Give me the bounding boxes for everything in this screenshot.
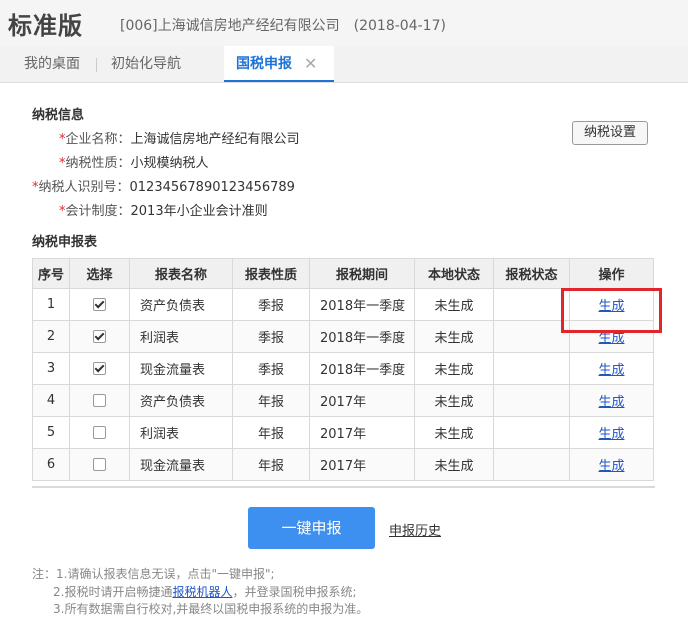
- field-company-name: *企业名称：上海诚信房地产经纪有限公司: [59, 128, 300, 147]
- tax-settings-button[interactable]: 纳税设置: [572, 121, 648, 145]
- report-period: 2017年: [309, 448, 415, 481]
- generate-link[interactable]: 生成: [598, 331, 624, 346]
- table-row: 5 利润表 年报 2017年 未生成 生成: [32, 416, 654, 449]
- report-name: 利润表: [129, 320, 233, 353]
- edition-title: 标准版: [8, 12, 83, 40]
- field-label: 纳税性质：: [65, 156, 131, 171]
- tax-info-title: 纳税信息: [32, 108, 85, 123]
- local-status: 未生成: [414, 384, 494, 417]
- field-value: 2013年小企业会计准则: [130, 204, 268, 219]
- field-label: 纳税人识别号：: [38, 180, 130, 195]
- one-click-submit-button[interactable]: 一键申报: [248, 507, 375, 549]
- tax-status: [493, 288, 570, 321]
- row-number: 2: [32, 320, 70, 353]
- report-name: 资产负债表: [129, 288, 233, 321]
- tab-bar: 我的桌面 初始化导航 国税申报 ✕: [0, 46, 688, 83]
- table-header-row: 序号 选择 报表名称 报表性质 报税期间 本地状态 报税状态 操作: [32, 258, 654, 289]
- report-period: 2018年一季度: [309, 288, 415, 321]
- column-header: 报表性质: [232, 258, 310, 289]
- local-status: 未生成: [414, 320, 494, 353]
- report-nature: 季报: [232, 320, 310, 353]
- field-value: 小规模纳税人: [130, 156, 209, 171]
- row-number: 1: [32, 288, 70, 321]
- close-icon[interactable]: ✕: [304, 46, 317, 82]
- report-name: 利润表: [129, 416, 233, 449]
- field-value: 01234567890123456789: [129, 180, 295, 195]
- report-nature: 年报: [232, 448, 310, 481]
- generate-link[interactable]: 生成: [598, 427, 624, 442]
- field-tax-nature: *纳税性质：小规模纳税人: [59, 152, 209, 171]
- table-row: 4 资产负债表 年报 2017年 未生成 生成: [32, 384, 654, 417]
- report-period: 2018年一季度: [309, 320, 415, 353]
- generate-link[interactable]: 生成: [598, 459, 624, 474]
- local-status: 未生成: [414, 448, 494, 481]
- report-nature: 年报: [232, 416, 310, 449]
- tax-status: [493, 352, 570, 385]
- column-header: 报税状态: [493, 258, 570, 289]
- generate-link[interactable]: 生成: [598, 395, 624, 410]
- report-nature: 季报: [232, 352, 310, 385]
- tax-status: [493, 416, 570, 449]
- tab-divider: [96, 58, 97, 72]
- local-status: 未生成: [414, 288, 494, 321]
- local-status: 未生成: [414, 416, 494, 449]
- tab-init-guide[interactable]: 初始化导航: [111, 46, 181, 82]
- column-header: 报表名称: [129, 258, 233, 289]
- table-row: 6 现金流量表 年报 2017年 未生成 生成: [32, 448, 654, 481]
- row-number: 5: [32, 416, 70, 449]
- field-label: 企业名称：: [65, 132, 131, 147]
- column-header: 操作: [569, 258, 654, 289]
- tax-status: [493, 384, 570, 417]
- field-accounting-system: *会计制度：2013年小企业会计准则: [59, 200, 268, 219]
- local-status: 未生成: [414, 352, 494, 385]
- tax-robot-link[interactable]: 报税机器人: [172, 585, 232, 599]
- row-checkbox[interactable]: [93, 426, 106, 439]
- tax-status: [493, 448, 570, 481]
- tab-my-desktop[interactable]: 我的桌面: [24, 46, 80, 82]
- row-checkbox[interactable]: [93, 362, 106, 375]
- company-name: [006]上海诚信房地产经纪有限公司: [120, 18, 340, 34]
- row-number: 4: [32, 384, 70, 417]
- report-nature: 年报: [232, 384, 310, 417]
- tax-status: [493, 320, 570, 353]
- row-checkbox[interactable]: [93, 394, 106, 407]
- note-line-2: 2.报税时请开启畅捷通报税机器人，并登录国税申报系统;: [53, 583, 357, 600]
- row-checkbox[interactable]: [93, 330, 106, 343]
- column-header: 报税期间: [309, 258, 415, 289]
- field-taxpayer-id: *纳税人识别号：01234567890123456789: [32, 176, 295, 195]
- row-checkbox[interactable]: [93, 458, 106, 471]
- column-header: 序号: [32, 258, 70, 289]
- field-value: 上海诚信房地产经纪有限公司: [130, 132, 300, 147]
- report-period: 2017年: [309, 416, 415, 449]
- row-checkbox[interactable]: [93, 298, 106, 311]
- report-table-title: 纳税申报表: [32, 235, 98, 250]
- row-number: 3: [32, 352, 70, 385]
- header-date: (2018-04-17): [353, 18, 446, 34]
- report-name: 资产负债表: [129, 384, 233, 417]
- report-nature: 季报: [232, 288, 310, 321]
- column-header: 选择: [69, 258, 130, 289]
- report-period: 2017年: [309, 384, 415, 417]
- highlight-annotation-box: [561, 288, 662, 333]
- report-name: 现金流量表: [129, 448, 233, 481]
- app-header: 标准版 [006]上海诚信房地产经纪有限公司 (2018-04-17): [0, 0, 688, 46]
- note-text: ，并登录国税申报系统;: [232, 585, 357, 599]
- table-scroll-edge: [32, 486, 655, 488]
- report-period: 2018年一季度: [309, 352, 415, 385]
- row-number: 6: [32, 448, 70, 481]
- submission-history-link[interactable]: 申报历史: [389, 520, 441, 539]
- field-label: 会计制度：: [65, 204, 131, 219]
- report-name: 现金流量表: [129, 352, 233, 385]
- note-text: 2.报税时请开启畅捷通: [53, 585, 173, 599]
- table-row: 3 现金流量表 季报 2018年一季度 未生成 生成: [32, 352, 654, 385]
- column-header: 本地状态: [414, 258, 494, 289]
- note-line-1: 注：1.请确认报表信息无误，点击"一键申报";: [32, 567, 275, 581]
- tab-national-tax[interactable]: 国税申报: [224, 46, 334, 82]
- note-line-3: 3.所有数据需自行校对,并最终以国税申报系统的申报为准。: [53, 602, 369, 616]
- generate-link[interactable]: 生成: [598, 363, 624, 378]
- company-info: [006]上海诚信房地产经纪有限公司 (2018-04-17): [120, 15, 446, 35]
